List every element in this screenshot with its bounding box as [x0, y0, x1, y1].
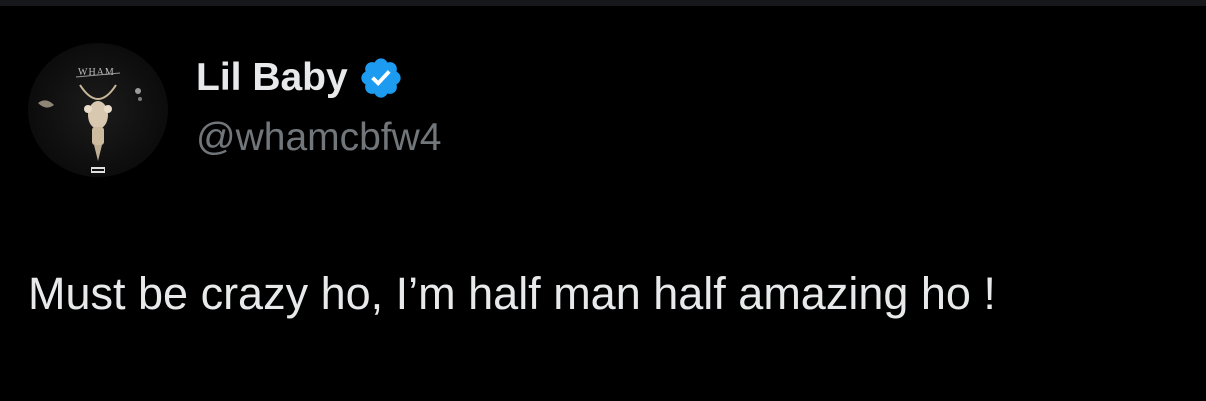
author-name-row: Lil Baby [196, 52, 404, 104]
author-display-name[interactable]: Lil Baby [196, 52, 348, 104]
tweet-text: Must be crazy ho, I’m half man half amaz… [28, 268, 996, 319]
verified-badge-icon [358, 55, 404, 101]
tweet-card: WHAM Lil Baby @whamcbfw4 Must be crazy h… [0, 0, 1206, 401]
profile-avatar[interactable]: WHAM [28, 43, 168, 177]
author-handle[interactable]: @whamcbfw4 [196, 112, 442, 164]
album-cover-avatar-icon: WHAM [38, 67, 142, 173]
